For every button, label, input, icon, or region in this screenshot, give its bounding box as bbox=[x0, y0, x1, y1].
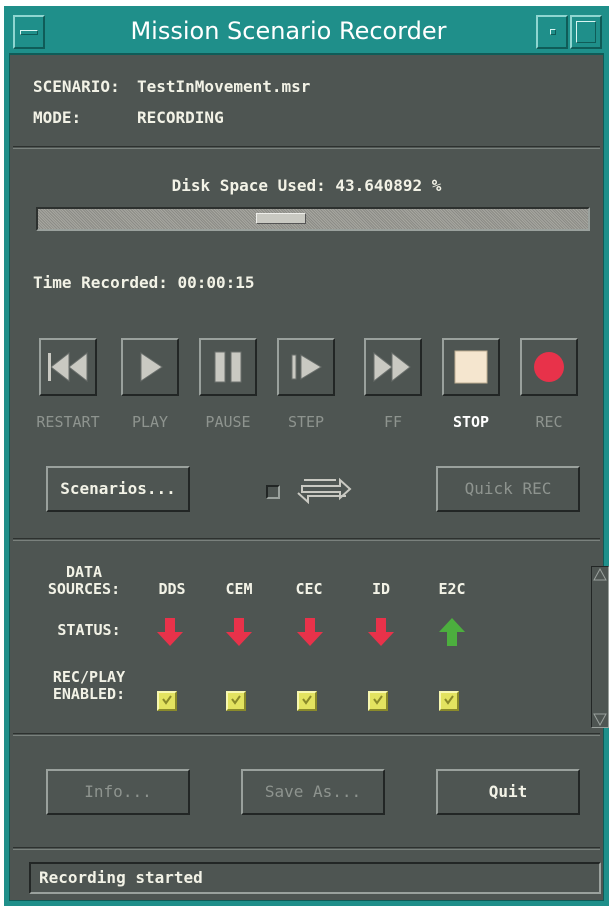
stop-icon bbox=[454, 350, 488, 384]
rewind-icon bbox=[48, 351, 88, 383]
source-name-cem: CEM bbox=[225, 580, 253, 598]
rec-play-enabled-label: REC/PLAY ENABLED: bbox=[39, 669, 139, 703]
enable-checkbox-cem[interactable] bbox=[226, 691, 246, 711]
play-icon bbox=[140, 352, 163, 382]
rec-label: REC bbox=[535, 413, 563, 431]
disk-space-label: Disk Space Used: 43.640892 % bbox=[171, 176, 442, 195]
pause-button[interactable] bbox=[199, 338, 257, 396]
pause-label: PAUSE bbox=[205, 413, 251, 431]
scroll-up-icon[interactable] bbox=[593, 568, 607, 582]
record-button[interactable] bbox=[520, 338, 578, 396]
loop-icon bbox=[297, 477, 352, 504]
quit-button[interactable]: Quit bbox=[436, 769, 580, 815]
maximize-icon bbox=[576, 21, 596, 43]
status-up-arrow-icon bbox=[439, 618, 465, 646]
source-name-dds: DDS bbox=[158, 580, 186, 598]
title-bar: Mission Scenario Recorder bbox=[9, 11, 604, 55]
play-label: PLAY bbox=[131, 413, 169, 431]
enable-checkbox-e2c[interactable] bbox=[439, 691, 459, 711]
status-down-arrow-icon bbox=[368, 618, 394, 646]
ff-label: FF bbox=[383, 413, 403, 431]
scenario-value: TestInMovement.msr bbox=[137, 77, 311, 96]
mode-value: RECORDING bbox=[137, 108, 224, 127]
stop-label: STOP bbox=[452, 413, 490, 431]
source-name-e2c: E2C bbox=[438, 580, 466, 598]
status-bar: Recording started bbox=[29, 862, 601, 894]
enable-checkbox-dds[interactable] bbox=[157, 691, 177, 711]
loop-checkbox[interactable] bbox=[266, 485, 280, 499]
window-title: Mission Scenario Recorder bbox=[130, 17, 447, 45]
step-label: STEP bbox=[287, 413, 325, 431]
source-name-cec: CEC bbox=[295, 580, 323, 598]
disk-space-indicator bbox=[256, 213, 306, 224]
datasources-scrollbar[interactable] bbox=[591, 566, 609, 728]
save-as-button[interactable]: Save As... bbox=[241, 769, 385, 815]
app-window: Mission Scenario Recorder SCENARIO: Test… bbox=[4, 6, 609, 906]
restart-label: RESTART bbox=[36, 413, 100, 431]
fast-forward-icon bbox=[373, 351, 411, 383]
data-sources-line2: SOURCES: bbox=[47, 580, 121, 598]
status-down-arrow-icon bbox=[297, 618, 323, 646]
scenarios-button[interactable]: Scenarios... bbox=[46, 466, 190, 512]
status-down-arrow-icon bbox=[226, 618, 252, 646]
step-button[interactable] bbox=[277, 338, 335, 396]
quick-rec-button[interactable]: Quick REC bbox=[436, 466, 580, 512]
time-recorded-label: Time Recorded: 00:00:15 bbox=[33, 273, 255, 292]
status-label: STATUS: bbox=[57, 621, 121, 639]
minimize-icon bbox=[550, 29, 556, 35]
window-menu-icon bbox=[20, 30, 38, 35]
divider bbox=[13, 538, 600, 541]
data-sources-line1: DATA bbox=[65, 563, 103, 581]
stop-button[interactable] bbox=[442, 338, 500, 396]
enabled-line2: ENABLED: bbox=[52, 685, 126, 703]
enable-checkbox-id[interactable] bbox=[368, 691, 388, 711]
mode-label: MODE: bbox=[33, 108, 82, 127]
disk-space-bar bbox=[36, 207, 590, 231]
record-icon bbox=[534, 352, 564, 382]
step-icon bbox=[291, 354, 322, 380]
scenario-label: SCENARIO: bbox=[33, 77, 120, 96]
status-down-arrow-icon bbox=[157, 618, 183, 646]
window-menu-button[interactable] bbox=[13, 15, 45, 49]
maximize-button[interactable] bbox=[570, 15, 602, 49]
scroll-down-icon[interactable] bbox=[593, 712, 607, 726]
divider bbox=[13, 733, 600, 736]
fast-forward-button[interactable] bbox=[364, 338, 422, 396]
pause-icon bbox=[214, 351, 242, 383]
restart-button[interactable] bbox=[39, 338, 97, 396]
divider bbox=[13, 847, 600, 850]
data-sources-header: DATA SOURCES: bbox=[39, 564, 129, 598]
enable-checkbox-cec[interactable] bbox=[297, 691, 317, 711]
play-button[interactable] bbox=[121, 338, 179, 396]
source-name-id: ID bbox=[371, 580, 391, 598]
minimize-button[interactable] bbox=[536, 15, 568, 49]
divider bbox=[13, 146, 600, 149]
info-button[interactable]: Info... bbox=[46, 769, 190, 815]
enabled-line1: REC/PLAY bbox=[52, 668, 126, 686]
